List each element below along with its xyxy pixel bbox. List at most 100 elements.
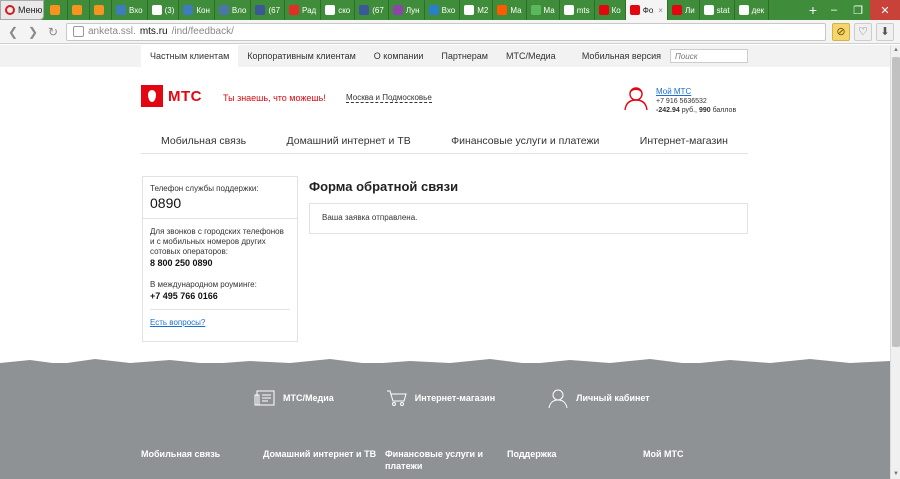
tab-label: дек xyxy=(751,5,765,15)
footer-link-cabinet[interactable]: Личный кабинет xyxy=(547,387,650,409)
ad-blocker-icon[interactable]: ⊘ xyxy=(832,22,850,41)
heart-icon[interactable]: ♡ xyxy=(854,22,872,41)
browser-tab[interactable]: Ма xyxy=(493,0,527,20)
close-window-icon[interactable]: ✕ xyxy=(870,0,900,20)
tab-favicon-icon xyxy=(359,5,370,15)
tab-favicon-icon xyxy=(563,5,574,15)
opera-logo-icon xyxy=(5,5,15,15)
back-arrow-icon[interactable]: ❮ xyxy=(6,25,20,39)
page-scrollbar[interactable]: ▲ ▼ xyxy=(890,45,900,479)
footer-brush-edge xyxy=(0,359,890,369)
tab-favicon-icon xyxy=(671,5,682,15)
tab-label: Кон xyxy=(196,5,210,15)
browser-tab[interactable]: stat xyxy=(700,0,735,20)
tab-favicon-icon xyxy=(325,5,336,15)
user-icon[interactable] xyxy=(623,85,649,111)
url-path: /ind/feedback/ xyxy=(171,26,234,37)
tab-favicon-icon xyxy=(218,5,229,15)
browser-tab[interactable]: Вхо xyxy=(425,0,461,20)
tab-favicon-icon xyxy=(116,5,126,15)
minimize-icon[interactable]: – xyxy=(822,0,846,20)
mainnav-mobile[interactable]: Мобильная связь xyxy=(161,135,246,147)
browser-tab[interactable]: Вло xyxy=(215,0,252,20)
topnav-partners[interactable]: Партнерам xyxy=(432,45,497,67)
browser-tab[interactable]: ско xyxy=(321,0,356,20)
browser-tab[interactable] xyxy=(90,0,112,20)
footer-col-mobile[interactable]: Мобильная связь xyxy=(141,448,251,460)
tab-favicon-icon xyxy=(464,5,475,15)
region-selector[interactable]: Москва и Подмосковье xyxy=(346,93,432,103)
support-city-text: Для звонков с городских телефонов и с мо… xyxy=(150,227,284,256)
browser-tab[interactable]: (67 xyxy=(251,0,286,20)
download-icon[interactable]: ⬇ xyxy=(876,22,894,41)
support-city-number: 8 800 250 0890 xyxy=(150,258,213,268)
mainnav-shop[interactable]: Интернет-магазин xyxy=(640,135,728,147)
scroll-up-icon[interactable]: ▲ xyxy=(891,45,900,55)
browser-tab[interactable]: (3) xyxy=(148,0,180,20)
footer-col-home-internet[interactable]: Домашний интернет и ТВ xyxy=(263,448,381,460)
browser-tab[interactable]: Ко xyxy=(595,0,626,20)
tab-label: Ли xyxy=(684,5,695,15)
topnav-private-clients[interactable]: Частным клиентам xyxy=(141,45,239,67)
page-info-icon[interactable] xyxy=(73,26,84,37)
header: МТС Ты знаешь, что можешь! Москва и Подм… xyxy=(141,85,748,125)
tab-favicon-icon xyxy=(497,5,508,15)
footer-link-cabinet-label: Личный кабинет xyxy=(576,393,650,403)
footer-feature-links: МТС/Медиа Интернет-магазин Личный кабине… xyxy=(254,387,650,409)
browser-tab-bar: Меню Вхо (3) Кон Вло (67 Рад ско (67 Лун Вхо М2 Ма М… xyxy=(0,0,900,20)
cart-icon xyxy=(386,390,407,406)
browser-tab[interactable]: mts xyxy=(560,0,595,20)
mainnav-home-internet[interactable]: Домашний интернет и ТВ xyxy=(287,135,411,147)
opera-menu-button[interactable]: Меню xyxy=(0,0,44,20)
footer-col-support[interactable]: Поддержка xyxy=(507,448,607,460)
support-roaming-text: В международном роуминге: xyxy=(150,280,257,289)
tab-favicon-icon xyxy=(50,5,60,15)
my-mts-link[interactable]: Мой МТС xyxy=(656,87,691,96)
questions-link[interactable]: Есть вопросы? xyxy=(150,318,205,327)
close-tab-icon[interactable]: × xyxy=(658,6,663,15)
window-controls: – ❐ ✕ xyxy=(822,0,900,20)
url-field[interactable]: anketa.ssl. mts.ru/ind/feedback/ xyxy=(66,22,826,41)
browser-tab[interactable]: Ли xyxy=(668,0,700,20)
mobile-version-link[interactable]: Мобильная версия xyxy=(573,45,670,67)
browser-tab[interactable] xyxy=(68,0,90,20)
tab-label: (3) xyxy=(164,5,175,15)
balance-amount: -242.94 xyxy=(656,107,680,114)
tab-label: М2 xyxy=(477,5,489,15)
tab-strip: Вхо (3) Кон Вло (67 Рад ско (67 Лун Вхо М2 Ма Ма mts К… xyxy=(44,0,804,20)
maximize-icon[interactable]: ❐ xyxy=(846,0,870,20)
browser-tab[interactable]: Кон xyxy=(179,0,215,20)
mts-logo[interactable]: МТС xyxy=(141,85,202,107)
tab-favicon-icon xyxy=(289,5,300,15)
feedback-status-message: Ваша заявка отправлена. xyxy=(309,203,748,234)
browser-tab[interactable]: Вхо xyxy=(112,0,148,20)
browser-tab[interactable]: Рад xyxy=(285,0,322,20)
topnav-corporate-clients[interactable]: Корпоративным клиентам xyxy=(238,45,365,67)
tab-label: Рад xyxy=(302,5,317,15)
footer-col-finance[interactable]: Финансовые услуги и платежи xyxy=(385,448,495,472)
footer-link-media[interactable]: МТС/Медиа xyxy=(254,389,334,407)
footer-col-my-mts[interactable]: Мой МТС xyxy=(643,448,743,460)
address-bar: ❮ ❯ ↻ anketa.ssl. mts.ru/ind/feedback/ ⊘ … xyxy=(0,20,900,44)
tab-favicon-icon xyxy=(94,5,104,15)
footer-link-shop[interactable]: Интернет-магазин xyxy=(386,389,495,407)
scroll-down-icon[interactable]: ▼ xyxy=(891,469,900,479)
browser-tab[interactable]: Фо × xyxy=(625,0,668,20)
forward-arrow-icon[interactable]: ❯ xyxy=(26,25,40,39)
browser-tab[interactable] xyxy=(46,0,68,20)
footer-link-media-label: МТС/Медиа xyxy=(283,393,334,403)
topnav-media[interactable]: МТС/Медиа xyxy=(497,45,565,67)
reload-icon[interactable]: ↻ xyxy=(46,25,60,39)
browser-tab[interactable]: М2 xyxy=(460,0,494,20)
scroll-thumb[interactable] xyxy=(892,57,900,347)
search-input[interactable] xyxy=(670,49,748,63)
support-panel: Телефон службы поддержки: 0890 Для звонк… xyxy=(142,176,298,342)
browser-tab[interactable]: Лун xyxy=(389,0,425,20)
mainnav-finance[interactable]: Финансовые услуги и платежи xyxy=(451,135,599,147)
tab-favicon-icon xyxy=(151,5,162,15)
topnav-about[interactable]: О компании xyxy=(365,45,433,67)
browser-tab[interactable]: (67 xyxy=(355,0,389,20)
browser-tab[interactable]: дек xyxy=(735,0,770,20)
new-tab-button[interactable]: + xyxy=(804,0,822,20)
browser-tab[interactable]: Ма xyxy=(527,0,560,20)
